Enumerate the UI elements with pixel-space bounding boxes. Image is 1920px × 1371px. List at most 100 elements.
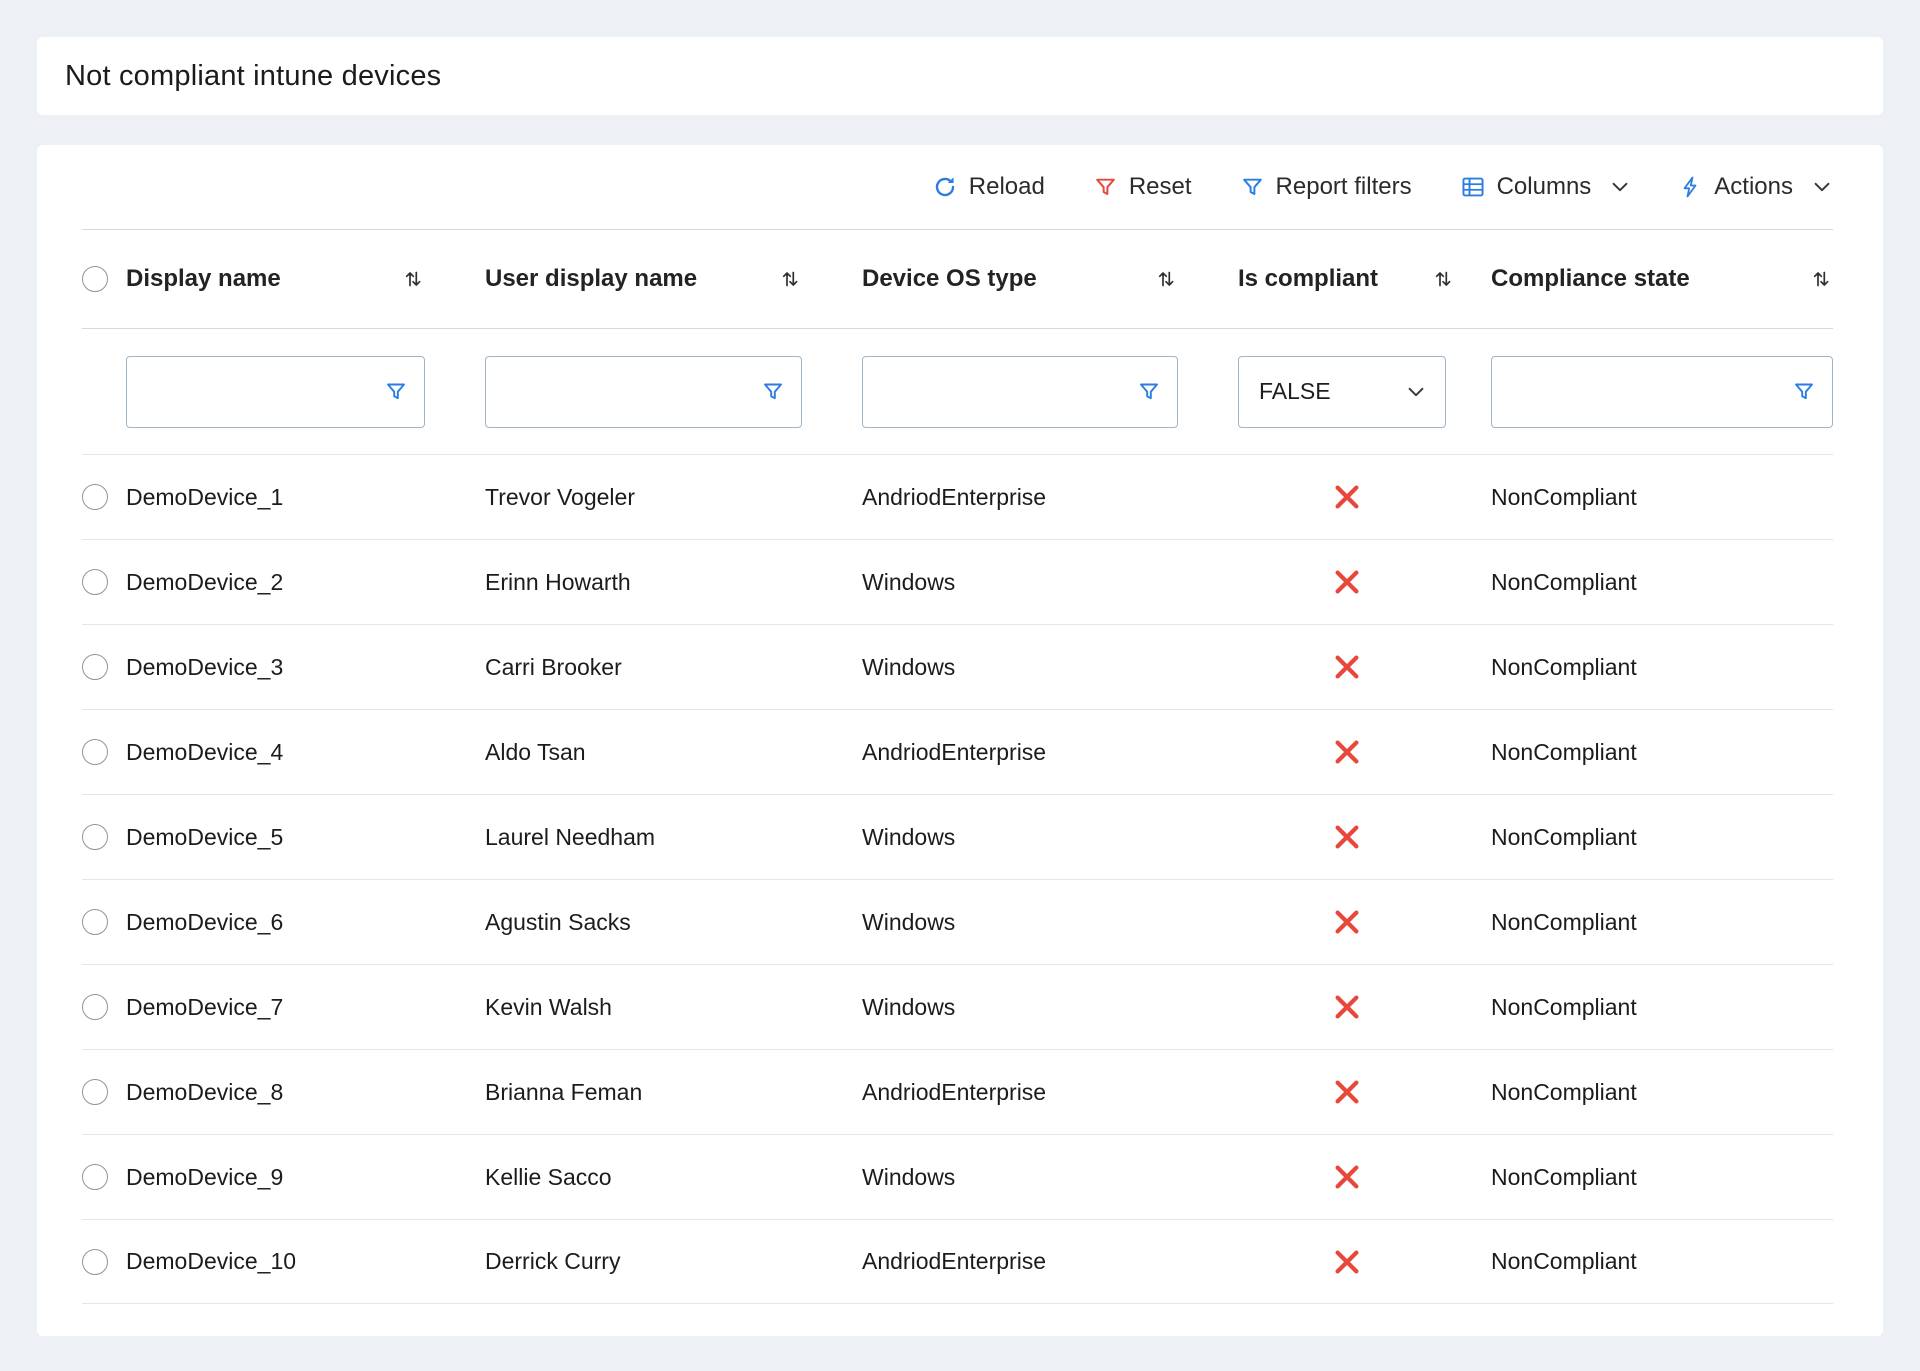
select-all-checkbox[interactable] [82,266,108,292]
row-select-cell [82,1079,126,1105]
row-checkbox[interactable] [82,484,108,510]
toolbar: Reload Reset Report filters Columns [82,145,1833,229]
cell-device-os-type: AndriodEnterprise [862,739,1238,766]
row-select-cell [82,1249,126,1275]
cell-compliance-state: NonCompliant [1491,909,1833,936]
actions-label: Actions [1714,173,1793,201]
cell-compliance-state: NonCompliant [1491,654,1833,681]
not-compliant-icon [1332,907,1362,937]
cell-user-display-name: Brianna Feman [485,1079,862,1106]
not-compliant-icon [1332,567,1362,597]
cell-compliance-state: NonCompliant [1491,484,1833,511]
not-compliant-icon [1332,1077,1362,1107]
sort-icon[interactable] [778,267,802,291]
cell-is-compliant [1238,737,1491,767]
row-checkbox[interactable] [82,1164,108,1190]
cell-is-compliant [1238,567,1491,597]
cell-display-name: DemoDevice_9 [126,1164,485,1191]
cell-display-name: DemoDevice_8 [126,1079,485,1106]
cell-is-compliant [1238,1162,1491,1192]
reload-icon [932,174,958,200]
not-compliant-icon [1332,737,1362,767]
cell-device-os-type: Windows [862,994,1238,1021]
filter-input-display-name[interactable] [145,379,384,405]
filter-cell-user-display-name [485,356,862,428]
row-checkbox[interactable] [82,1079,108,1105]
cell-is-compliant [1238,992,1491,1022]
cell-display-name: DemoDevice_2 [126,569,485,596]
cell-device-os-type: Windows [862,824,1238,851]
report-card: Reload Reset Report filters Columns [37,145,1883,1336]
sort-icon[interactable] [1809,267,1833,291]
row-checkbox[interactable] [82,739,108,765]
selected-value: FALSE [1259,378,1331,405]
filter-icon[interactable] [1137,380,1161,404]
row-select-cell [82,739,126,765]
chevron-down-icon [1811,176,1833,198]
actions-button[interactable]: Actions [1679,173,1833,201]
table-row: DemoDevice_9 Kellie Sacco Windows NonCom… [82,1134,1833,1219]
filter-box [126,356,425,428]
table-row: DemoDevice_5 Laurel Needham Windows NonC… [82,794,1833,879]
report-filters-icon [1240,175,1265,200]
row-select-cell [82,484,126,510]
cell-display-name: DemoDevice_3 [126,654,485,681]
filter-icon[interactable] [761,380,785,404]
cell-device-os-type: Windows [862,569,1238,596]
column-header-is-compliant: Is compliant [1238,265,1491,293]
columns-button[interactable]: Columns [1460,173,1632,201]
filter-input-compliance-state[interactable] [1510,379,1792,405]
cell-user-display-name: Trevor Vogeler [485,484,862,511]
table-body: DemoDevice_1 Trevor Vogeler AndriodEnter… [82,454,1833,1304]
cell-device-os-type: Windows [862,1164,1238,1191]
sort-icon[interactable] [1154,267,1178,291]
row-checkbox[interactable] [82,654,108,680]
reset-button[interactable]: Reset [1093,173,1192,201]
column-header-display-name: Display name [126,265,485,293]
cell-display-name: DemoDevice_6 [126,909,485,936]
row-checkbox[interactable] [82,1249,108,1275]
column-header-label: User display name [485,265,697,293]
row-select-cell [82,1164,126,1190]
cell-is-compliant [1238,482,1491,512]
not-compliant-icon [1332,1247,1362,1277]
filter-row: FALSE [82,329,1833,454]
cell-user-display-name: Carri Brooker [485,654,862,681]
cell-compliance-state: NonCompliant [1491,1079,1833,1106]
table-row: DemoDevice_7 Kevin Walsh Windows NonComp… [82,964,1833,1049]
row-select-cell [82,824,126,850]
sort-icon[interactable] [401,267,425,291]
filter-box [485,356,802,428]
report-filters-label: Report filters [1276,173,1412,201]
filter-icon[interactable] [1792,380,1816,404]
filter-icon[interactable] [384,380,408,404]
filter-input-user-display-name[interactable] [504,379,761,405]
cell-user-display-name: Kevin Walsh [485,994,862,1021]
row-checkbox[interactable] [82,994,108,1020]
reload-label: Reload [969,173,1045,201]
cell-compliance-state: NonCompliant [1491,1248,1833,1275]
cell-is-compliant [1238,1247,1491,1277]
row-checkbox[interactable] [82,909,108,935]
cell-display-name: DemoDevice_7 [126,994,485,1021]
title-card: Not compliant intune devices [37,37,1883,115]
reload-button[interactable]: Reload [932,173,1045,201]
row-checkbox[interactable] [82,824,108,850]
column-header-label: Compliance state [1491,265,1690,293]
filter-input-device-os-type[interactable] [881,379,1137,405]
row-select-cell [82,569,126,595]
filter-select-is-compliant[interactable]: FALSE [1238,356,1446,428]
report-filters-button[interactable]: Report filters [1240,173,1412,201]
cell-display-name: DemoDevice_1 [126,484,485,511]
cell-device-os-type: AndriodEnterprise [862,1079,1238,1106]
filter-box [862,356,1178,428]
cell-display-name: DemoDevice_4 [126,739,485,766]
column-header-device-os-type: Device OS type [862,265,1238,293]
cell-device-os-type: Windows [862,909,1238,936]
not-compliant-icon [1332,482,1362,512]
cell-compliance-state: NonCompliant [1491,994,1833,1021]
table-row: DemoDevice_3 Carri Brooker Windows NonCo… [82,624,1833,709]
row-checkbox[interactable] [82,569,108,595]
sort-icon[interactable] [1431,267,1455,291]
table-row: DemoDevice_1 Trevor Vogeler AndriodEnter… [82,454,1833,539]
